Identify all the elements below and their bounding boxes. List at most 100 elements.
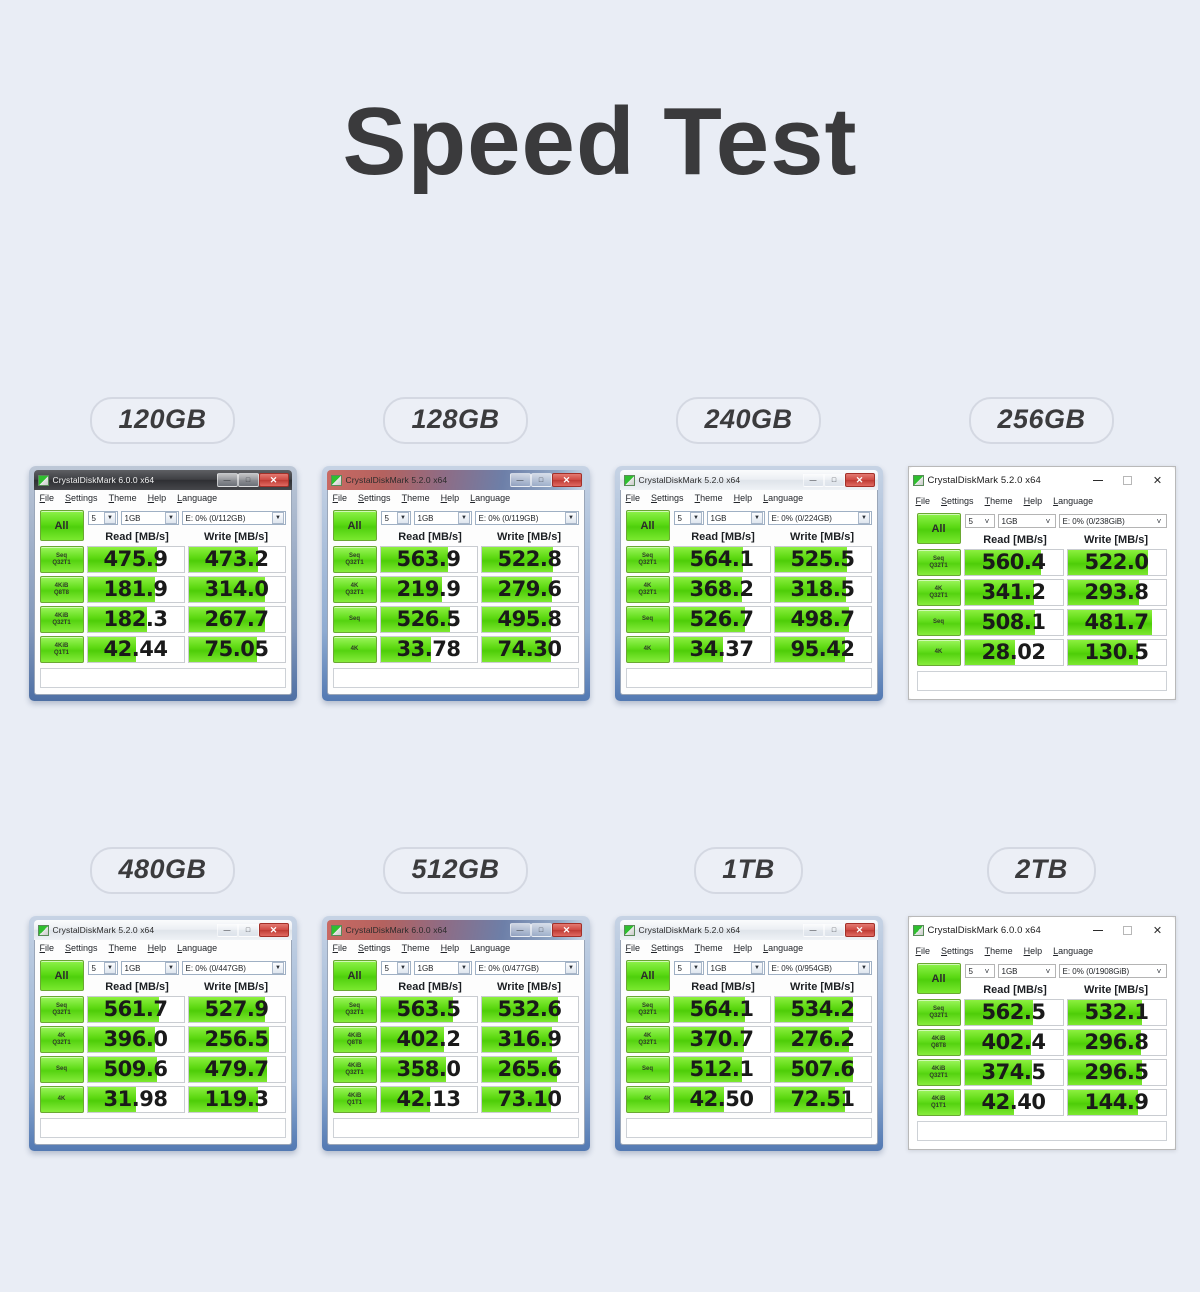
chevron-down-icon[interactable]: ▼ [858, 512, 870, 524]
close-button[interactable]: ✕ [258, 923, 289, 937]
test-size-select[interactable]: 1GB ˅ [997, 964, 1056, 978]
menu-item-file[interactable]: File [333, 493, 348, 503]
chevron-down-icon[interactable]: ▼ [690, 962, 702, 974]
minimize-button[interactable] [1083, 917, 1113, 943]
row-label[interactable]: Seq [625, 606, 670, 633]
run-count-select[interactable]: 5 ▼ [673, 511, 704, 525]
menu-item-settings[interactable]: Settings [65, 493, 98, 503]
row-label[interactable]: 4KiB Q8T8 [332, 1026, 377, 1053]
minimize-button[interactable]: — [216, 923, 238, 937]
menu-item-language[interactable]: Language [763, 493, 803, 503]
close-button[interactable]: ✕ [551, 923, 582, 937]
menu-item-file[interactable]: File [626, 493, 641, 503]
row-label[interactable]: Seq [916, 609, 961, 636]
all-button[interactable]: All [916, 963, 961, 994]
menu-item-help[interactable]: Help [734, 493, 753, 503]
menu-item-settings[interactable]: Settings [358, 943, 391, 953]
row-label[interactable]: 4KiB Q1T1 [916, 1089, 961, 1116]
row-label[interactable]: 4K Q32T1 [625, 1026, 670, 1053]
row-label[interactable]: Seq [39, 1056, 84, 1083]
all-button[interactable]: All [39, 960, 84, 991]
chevron-down-icon[interactable]: ˅ [1042, 515, 1054, 527]
menu-item-theme[interactable]: Theme [109, 493, 137, 503]
test-size-select[interactable]: 1GB ▼ [120, 961, 179, 975]
menu-item-settings[interactable]: Settings [941, 496, 974, 506]
menu-item-language[interactable]: Language [1053, 496, 1093, 506]
menu-item-settings[interactable]: Settings [65, 943, 98, 953]
menu-item-language[interactable]: Language [177, 493, 217, 503]
row-label[interactable]: 4K [625, 1086, 670, 1113]
chevron-down-icon[interactable]: ▼ [565, 962, 577, 974]
menu-item-theme[interactable]: Theme [402, 493, 430, 503]
menu-item-language[interactable]: Language [470, 943, 510, 953]
close-button[interactable]: ✕ [551, 473, 582, 487]
chevron-down-icon[interactable]: ˅ [1042, 965, 1054, 977]
all-button[interactable]: All [332, 960, 377, 991]
menu-item-file[interactable]: File [333, 943, 348, 953]
menu-item-file[interactable]: File [40, 493, 55, 503]
drive-select[interactable]: E: 0% (0/447GB) ▼ [181, 961, 286, 975]
drive-select[interactable]: E: 0% (0/954GB) ▼ [767, 961, 872, 975]
all-button[interactable]: All [625, 960, 670, 991]
row-label[interactable]: Seq [625, 1056, 670, 1083]
row-label[interactable]: 4KiB Q32T1 [916, 1059, 961, 1086]
run-count-select[interactable]: 5 ˅ [964, 514, 995, 528]
maximize-button[interactable]: □ [530, 923, 552, 937]
row-label[interactable]: 4K [625, 636, 670, 663]
run-count-select[interactable]: 5 ▼ [380, 961, 411, 975]
maximize-button[interactable] [1113, 467, 1143, 493]
chevron-down-icon[interactable]: ▼ [397, 962, 409, 974]
row-label[interactable]: 4K [916, 639, 961, 666]
chevron-down-icon[interactable]: ▼ [751, 962, 763, 974]
menu-item-theme[interactable]: Theme [109, 943, 137, 953]
drive-select[interactable]: E: 0% (0/112GB) ▼ [181, 511, 286, 525]
maximize-button[interactable]: □ [530, 473, 552, 487]
menu-item-help[interactable]: Help [441, 943, 460, 953]
menu-item-language[interactable]: Language [470, 493, 510, 503]
close-button[interactable]: ✕ [1143, 917, 1173, 943]
drive-select[interactable]: E: 0% (0/238GiB) ˅ [1058, 514, 1167, 528]
menu-item-help[interactable]: Help [148, 493, 167, 503]
row-label[interactable]: 4KiB Q32T1 [332, 1056, 377, 1083]
menu-item-language[interactable]: Language [1053, 946, 1093, 956]
row-label[interactable]: 4K Q32T1 [332, 576, 377, 603]
menu-item-theme[interactable]: Theme [695, 943, 723, 953]
chevron-down-icon[interactable]: ▼ [751, 512, 763, 524]
row-label[interactable]: Seq Q32T1 [916, 999, 961, 1026]
row-label[interactable]: Seq Q32T1 [625, 546, 670, 573]
close-button[interactable]: ✕ [258, 473, 289, 487]
row-label[interactable]: Seq Q32T1 [332, 546, 377, 573]
maximize-button[interactable]: □ [237, 923, 259, 937]
run-count-select[interactable]: 5 ▼ [673, 961, 704, 975]
menu-item-file[interactable]: File [626, 943, 641, 953]
row-label[interactable]: 4K [39, 1086, 84, 1113]
maximize-button[interactable]: □ [823, 473, 845, 487]
all-button[interactable]: All [39, 510, 84, 541]
row-label[interactable]: 4KiB Q1T1 [39, 636, 84, 663]
menu-item-help[interactable]: Help [441, 493, 460, 503]
menu-item-settings[interactable]: Settings [651, 493, 684, 503]
all-button[interactable]: All [625, 510, 670, 541]
row-label[interactable]: 4KiB Q1T1 [332, 1086, 377, 1113]
chevron-down-icon[interactable]: ▼ [397, 512, 409, 524]
test-size-select[interactable]: 1GB ˅ [997, 514, 1056, 528]
maximize-button[interactable] [1113, 917, 1143, 943]
row-label[interactable]: Seq Q32T1 [625, 996, 670, 1023]
menu-item-theme[interactable]: Theme [985, 496, 1013, 506]
maximize-button[interactable]: □ [237, 473, 259, 487]
minimize-button[interactable] [1083, 467, 1113, 493]
chevron-down-icon[interactable]: ▼ [165, 512, 177, 524]
run-count-select[interactable]: 5 ˅ [964, 964, 995, 978]
close-button[interactable]: ✕ [844, 473, 875, 487]
drive-select[interactable]: E: 0% (0/224GB) ▼ [767, 511, 872, 525]
menu-item-help[interactable]: Help [1024, 946, 1043, 956]
menu-item-theme[interactable]: Theme [985, 946, 1013, 956]
run-count-select[interactable]: 5 ▼ [87, 511, 118, 525]
minimize-button[interactable]: — [216, 473, 238, 487]
drive-select[interactable]: E: 0% (0/119GB) ▼ [474, 511, 579, 525]
row-label[interactable]: Seq Q32T1 [332, 996, 377, 1023]
chevron-down-icon[interactable]: ▼ [104, 512, 116, 524]
row-label[interactable]: 4K Q32T1 [39, 1026, 84, 1053]
run-count-select[interactable]: 5 ▼ [380, 511, 411, 525]
maximize-button[interactable]: □ [823, 923, 845, 937]
